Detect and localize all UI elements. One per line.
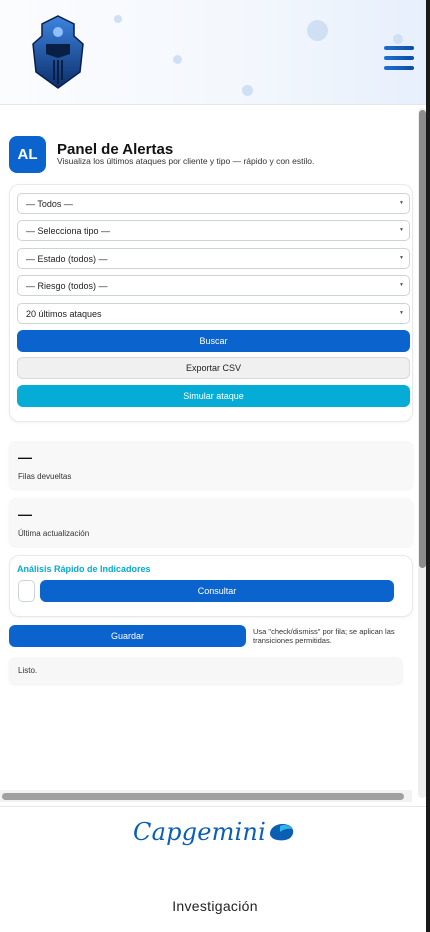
capgemini-spade-icon [269, 824, 294, 841]
risk-select[interactable]: — Riesgo (todos) — ▼ [17, 275, 410, 296]
rows-count-value: — [18, 449, 32, 465]
decor-dot [114, 15, 122, 23]
simulate-attack-button[interactable]: Simular ataque [17, 385, 410, 407]
chevron-down-icon: ▼ [399, 282, 404, 288]
save-button[interactable]: Guardar [9, 625, 246, 647]
export-csv-button[interactable]: Exportar CSV [17, 357, 410, 379]
window-edge [426, 0, 430, 932]
chevron-down-icon: ▼ [399, 200, 404, 206]
brand-name: Capgemini [133, 818, 266, 846]
rows-count-label: Filas devueltas [18, 472, 72, 481]
attack-type-select-value: — Selecciona tipo — [26, 225, 111, 236]
chevron-down-icon: ▼ [399, 227, 404, 233]
indicator-input[interactable] [18, 580, 35, 602]
search-button[interactable]: Buscar [17, 330, 410, 352]
capgemini-logo[interactable]: Capgemini [133, 818, 296, 846]
updated-stat-card: — Última actualización [9, 498, 413, 546]
save-note: Usa "check/dismiss" por fila; se aplican… [253, 627, 395, 645]
decor-dot [393, 34, 403, 44]
horizontal-scrollbar-thumb[interactable] [2, 793, 404, 800]
page-subtitle: Visualiza los últimos ataques por client… [57, 156, 315, 166]
attack-type-select[interactable]: — Selecciona tipo — ▼ [17, 220, 410, 241]
last-updated-value: — [18, 506, 32, 522]
state-select[interactable]: — Estado (todos) — ▼ [17, 248, 410, 269]
limit-select[interactable]: 20 últimos ataques ▼ [17, 303, 410, 324]
panel-badge: AL [9, 136, 46, 173]
limit-select-value: 20 últimos ataques [26, 308, 102, 319]
decor-dot [242, 85, 253, 96]
status-bar: Listo. [9, 657, 403, 684]
consult-button[interactable]: Consultar [40, 580, 394, 602]
client-select-value: — Todos — [26, 198, 73, 209]
client-select[interactable]: — Todos — ▼ [17, 193, 410, 214]
risk-select-value: — Riesgo (todos) — [26, 280, 108, 291]
header [0, 0, 430, 105]
decor-dot [307, 20, 328, 41]
last-updated-label: Última actualización [18, 529, 90, 538]
decor-dot [173, 55, 182, 64]
footer-caption: Investigación [172, 898, 258, 914]
chevron-down-icon: ▼ [399, 310, 404, 316]
vertical-scrollbar-thumb[interactable] [419, 110, 426, 568]
hamburger-menu-icon[interactable] [384, 46, 414, 74]
quick-analysis-title: Análisis Rápido de Indicadores [17, 564, 151, 574]
knight-helmet-icon[interactable] [28, 14, 88, 90]
chevron-down-icon: ▼ [399, 255, 404, 261]
state-select-value: — Estado (todos) — [26, 253, 108, 264]
rows-stat-card: — Filas devueltas [9, 441, 413, 489]
